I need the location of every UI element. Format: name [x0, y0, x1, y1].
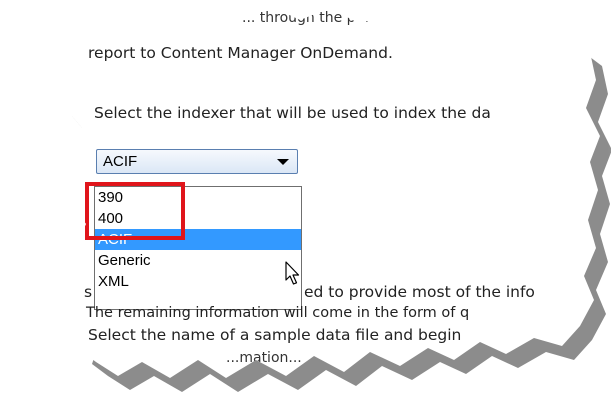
red-highlight-annotation — [85, 182, 185, 240]
mouse-pointer-icon — [285, 261, 300, 285]
text-line-sample-file: Select the name of a sample data file an… — [88, 326, 462, 344]
chevron-down-icon[interactable] — [277, 159, 289, 165]
option-generic[interactable]: Generic — [95, 250, 301, 271]
text-line-partial-s: s — [84, 283, 93, 301]
option-xml[interactable]: XML — [95, 271, 301, 292]
text-line-provide-info: ed to provide most of the info — [304, 283, 535, 301]
text-line-report: report to Content Manager OnDemand. — [88, 44, 393, 62]
torn-paper-excerpt: ... through the p... report to Content M… — [60, 2, 600, 378]
indexer-prompt-label: Select the indexer that will be used to … — [94, 104, 491, 122]
text-line-remaining-info: The remaining information will come in t… — [86, 305, 470, 321]
partial-text-line-top: ... through the p... — [242, 10, 369, 26]
text-line-partial-bottom: ...mation... — [226, 350, 302, 366]
combo-selected-value: ACIF — [103, 153, 138, 170]
indexer-combo-box[interactable]: ACIF — [96, 149, 298, 174]
